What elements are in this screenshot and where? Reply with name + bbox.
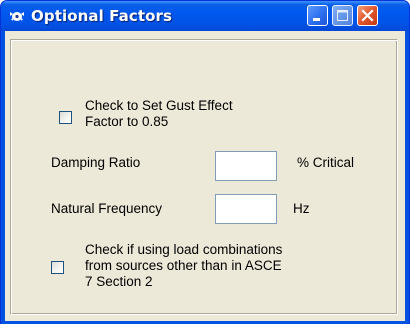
damping-ratio-label: Damping Ratio bbox=[51, 155, 141, 170]
window-title: Optional Factors bbox=[31, 7, 173, 25]
maximize-icon bbox=[337, 10, 348, 21]
close-button[interactable] bbox=[357, 5, 378, 26]
optional-factors-window: Optional Factors Check to Set Gust Effec… bbox=[0, 0, 410, 324]
natural-frequency-unit: Hz bbox=[293, 201, 310, 216]
minimize-button[interactable] bbox=[307, 5, 328, 26]
options-frame bbox=[10, 39, 398, 315]
gust-effect-label-line1: Check to Set Gust Effect bbox=[85, 98, 233, 113]
close-icon bbox=[361, 9, 374, 22]
gust-effect-checkbox[interactable] bbox=[59, 111, 72, 124]
gust-effect-label-line2: Factor to 0.85 bbox=[85, 114, 169, 129]
maximize-button[interactable] bbox=[332, 5, 353, 26]
load-combinations-label-line3: 7 Section 2 bbox=[85, 274, 153, 289]
load-combinations-label-line1: Check if using load combinations bbox=[85, 242, 283, 257]
natural-frequency-input[interactable] bbox=[215, 194, 277, 224]
damping-ratio-input[interactable] bbox=[215, 151, 277, 181]
natural-frequency-label: Natural Frequency bbox=[51, 201, 163, 216]
minimize-icon bbox=[313, 18, 320, 21]
damping-ratio-unit: % Critical bbox=[297, 155, 355, 170]
load-combinations-checkbox[interactable] bbox=[51, 261, 64, 274]
app-icon[interactable] bbox=[9, 9, 25, 23]
window-bottom-border bbox=[1, 321, 409, 324]
title-bar[interactable]: Optional Factors bbox=[1, 1, 409, 31]
dialog-client-area: Check to Set Gust Effect Factor to 0.85 … bbox=[5, 31, 405, 321]
load-combinations-label-line2: from sources other than in ASCE bbox=[85, 258, 282, 273]
